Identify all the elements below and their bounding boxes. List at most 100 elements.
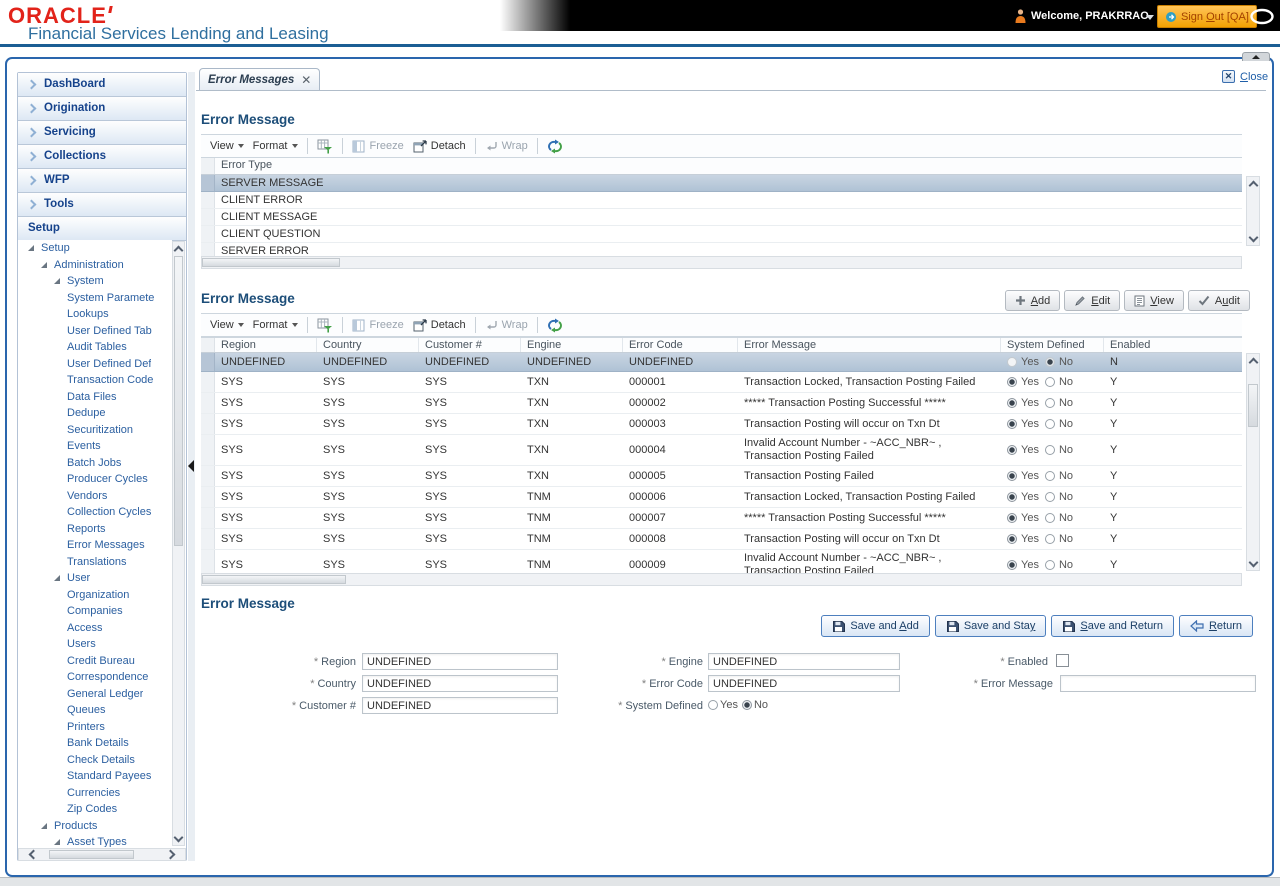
scroll-up-icon[interactable] [1247, 354, 1259, 367]
table-row[interactable]: UNDEFINEDUNDEFINEDUNDEFINEDUNDEFINEDUNDE… [201, 353, 1242, 372]
scroll-left-icon[interactable] [25, 849, 39, 860]
radio-yes[interactable] [708, 700, 718, 710]
save-and-stay-button[interactable]: Save and Stay [935, 615, 1047, 637]
row-selector-gutter[interactable] [201, 529, 215, 549]
radio-unselected-icon[interactable] [1045, 377, 1055, 387]
view-menu[interactable]: View [210, 140, 244, 152]
tab-close-icon[interactable]: ✕ [301, 75, 311, 85]
column-header-region[interactable]: Region [215, 338, 317, 352]
sidebar-item-dashboard[interactable]: DashBoard [18, 73, 186, 97]
scroll-down-icon[interactable] [173, 832, 184, 845]
radio-selected-icon[interactable] [1007, 560, 1017, 570]
tree-item-products[interactable]: Products [18, 818, 172, 835]
wrap-button[interactable]: Wrap [485, 140, 528, 152]
tree-item-asset-types[interactable]: Asset Types [18, 834, 172, 847]
tree-item-standard-payees[interactable]: Standard Payees [18, 768, 172, 785]
tree-item-check-details[interactable]: Check Details [18, 752, 172, 769]
edit-button[interactable]: Edit [1064, 290, 1120, 311]
table-row[interactable]: SYSSYSSYSTNM000006Transaction Locked, Tr… [201, 487, 1242, 508]
table-row[interactable]: SYSSYSSYSTXN000001Transaction Locked, Tr… [201, 372, 1242, 393]
column-header-engine[interactable]: Engine [521, 338, 623, 352]
row-selector-gutter[interactable] [201, 192, 215, 208]
tree-item-administration[interactable]: Administration [18, 257, 172, 274]
detach-button[interactable]: Detach [413, 319, 466, 332]
radio-unselected-icon[interactable] [1007, 357, 1017, 367]
sidebar-item-origination[interactable]: Origination [18, 97, 186, 121]
region-field[interactable] [362, 653, 558, 670]
sidebar-item-wfp[interactable]: WFP [18, 169, 186, 193]
scrollbar-thumb[interactable] [202, 258, 340, 267]
radio-selected-icon[interactable] [1045, 357, 1055, 367]
tree-item-dedupe[interactable]: Dedupe [18, 405, 172, 422]
tree-item-events[interactable]: Events [18, 438, 172, 455]
tree-item-general-ledger[interactable]: General Ledger [18, 686, 172, 703]
scroll-right-icon[interactable] [165, 849, 179, 860]
row-selector-gutter[interactable] [201, 435, 215, 465]
scroll-up-icon[interactable] [1247, 177, 1259, 190]
welcome-label[interactable]: Welcome, PRAKRRAO [1031, 10, 1149, 22]
sidebar-item-setup[interactable]: Setup [18, 217, 186, 241]
tree-item-producer-cycles[interactable]: Producer Cycles [18, 471, 172, 488]
radio-unselected-icon[interactable] [1045, 471, 1055, 481]
radio-unselected-icon[interactable] [1045, 492, 1055, 502]
row-selector-gutter[interactable] [201, 209, 215, 225]
table-row[interactable]: CLIENT MESSAGE [201, 209, 1242, 226]
table-row[interactable]: SYSSYSSYSTXN000002***** Transaction Post… [201, 393, 1242, 414]
tree-item-collection-cycles[interactable]: Collection Cycles [18, 504, 172, 521]
table-row[interactable]: SERVER MESSAGE [201, 175, 1242, 192]
error-code-field[interactable] [708, 675, 900, 692]
column-header-error-message[interactable]: Error Message [738, 338, 1001, 352]
country-field[interactable] [362, 675, 558, 692]
detach-button[interactable]: Detach [413, 140, 466, 153]
tree-item-batch-jobs[interactable]: Batch Jobs [18, 455, 172, 472]
tree-expand-icon[interactable] [28, 245, 34, 251]
scroll-down-icon[interactable] [1247, 557, 1259, 570]
tree-expand-icon[interactable] [54, 839, 60, 845]
customer-number-field[interactable] [362, 697, 558, 714]
tree-item-translations[interactable]: Translations [18, 554, 172, 571]
save-and-return-button[interactable]: Save and Return [1051, 615, 1174, 637]
enabled-checkbox[interactable] [1056, 654, 1069, 667]
tree-item-access[interactable]: Access [18, 620, 172, 637]
error-type-vertical-scrollbar[interactable] [1246, 176, 1260, 246]
tree-expand-icon[interactable] [41, 262, 47, 268]
tree-item-correspondence[interactable]: Correspondence [18, 669, 172, 686]
radio-selected-icon[interactable] [1007, 471, 1017, 481]
sidebar-item-tools[interactable]: Tools [18, 193, 186, 217]
radio-selected-icon[interactable] [1007, 445, 1017, 455]
radio-selected-icon[interactable] [1007, 377, 1017, 387]
tree-item-securitization[interactable]: Securitization [18, 422, 172, 439]
scrollbar-thumb[interactable] [174, 256, 183, 546]
tree-item-data-files[interactable]: Data Files [18, 389, 172, 406]
row-selector-gutter[interactable] [201, 372, 215, 392]
radio-no[interactable] [742, 700, 752, 710]
tree-item-reports[interactable]: Reports [18, 521, 172, 538]
table-row[interactable]: SYSSYSSYSTXN000005Transaction Posting Fa… [201, 466, 1242, 487]
scrollbar-thumb[interactable] [1248, 384, 1258, 427]
tree-expand-icon[interactable] [54, 278, 60, 284]
splitter-collapse-icon[interactable] [188, 460, 194, 472]
tree-item-setup[interactable]: Setup [18, 240, 172, 257]
row-selector-gutter[interactable] [201, 466, 215, 486]
radio-selected-icon[interactable] [1007, 492, 1017, 502]
view-button[interactable]: View [1124, 290, 1184, 311]
column-header-customer[interactable]: Customer # [419, 338, 521, 352]
collapse-top-button[interactable] [1242, 52, 1270, 61]
tree-item-companies[interactable]: Companies [18, 603, 172, 620]
chevron-down-icon[interactable] [1146, 15, 1154, 20]
column-header-system-defined[interactable]: System Defined [1001, 338, 1104, 352]
column-header-error-type[interactable]: Error Type [215, 158, 278, 174]
tree-item-users[interactable]: Users [18, 636, 172, 653]
table-row[interactable]: CLIENT ERROR [201, 192, 1242, 209]
query-by-example-icon[interactable] [317, 139, 333, 154]
scroll-up-icon[interactable] [173, 242, 184, 255]
radio-selected-icon[interactable] [1007, 419, 1017, 429]
tree-item-audit-tables[interactable]: Audit Tables [18, 339, 172, 356]
sidebar-item-servicing[interactable]: Servicing [18, 121, 186, 145]
tree-item-printers[interactable]: Printers [18, 719, 172, 736]
tree-item-error-messages[interactable]: Error Messages [18, 537, 172, 554]
tree-item-transaction-code[interactable]: Transaction Code [18, 372, 172, 389]
tree-vertical-scrollbar[interactable] [172, 241, 185, 846]
radio-unselected-icon[interactable] [1045, 445, 1055, 455]
column-header-enabled[interactable]: Enabled [1104, 338, 1242, 352]
